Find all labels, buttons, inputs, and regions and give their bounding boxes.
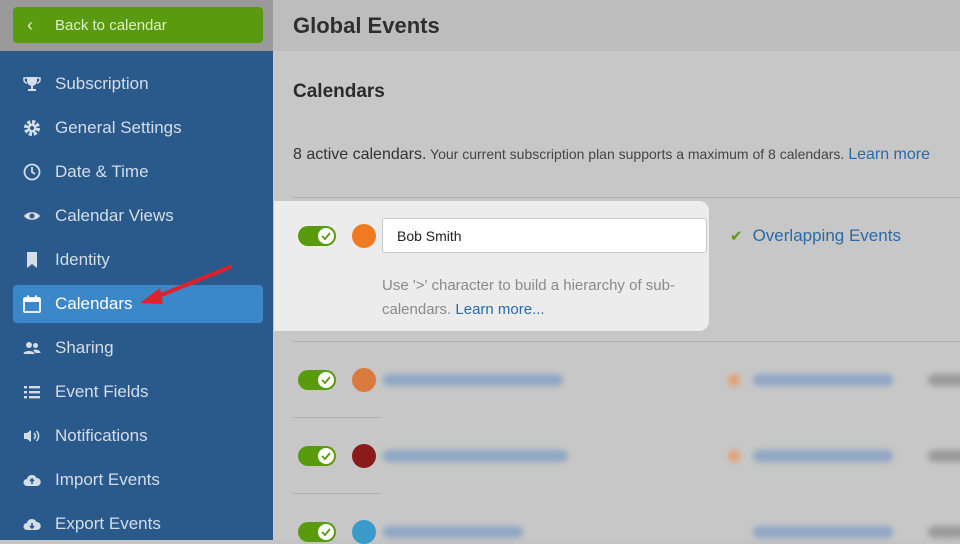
speaker-icon xyxy=(23,427,55,445)
sidebar-item-date-time[interactable]: Date & Time xyxy=(13,153,263,191)
cloud-download-icon xyxy=(23,515,55,533)
calendar-count-info: 8 active calendars. Your current subscri… xyxy=(293,146,930,164)
hierarchy-hint: Use '>' character to build a hierarchy o… xyxy=(382,274,702,322)
calendar-color-swatch[interactable] xyxy=(352,444,376,468)
sidebar-item-label: General Settings xyxy=(55,118,182,137)
sidebar-item-general-settings[interactable]: General Settings xyxy=(13,109,263,147)
blurred-row-content xyxy=(383,444,960,468)
calendar-name-input[interactable] xyxy=(382,218,707,253)
divider xyxy=(293,197,960,198)
active-count: 8 active calendars. xyxy=(293,146,427,163)
sidebar-item-notifications[interactable]: Notifications xyxy=(13,417,263,455)
overlapping-events-label: Overlapping Events xyxy=(752,226,901,245)
calendar-enabled-toggle[interactable] xyxy=(298,446,336,466)
sidebar-item-label: Sharing xyxy=(55,338,114,357)
divider xyxy=(293,493,381,494)
cloud-upload-icon xyxy=(23,471,55,489)
learn-more-link[interactable]: Learn more xyxy=(848,146,930,163)
calendar-editor-panel: Use '>' character to build a hierarchy o… xyxy=(274,201,709,331)
check-icon xyxy=(318,524,334,540)
divider xyxy=(293,341,960,342)
sidebar-item-label: Identity xyxy=(55,250,110,269)
blurred-row-content xyxy=(383,368,960,392)
chevron-left-icon: ‹ xyxy=(27,14,33,35)
sidebar-item-label: Date & Time xyxy=(55,162,149,181)
top-bar: Global Events xyxy=(273,0,960,51)
hint-learn-more-link[interactable]: Learn more... xyxy=(455,301,544,318)
sidebar-item-import-events[interactable]: Import Events xyxy=(13,461,263,499)
sidebar-item-event-fields[interactable]: Event Fields xyxy=(13,373,263,411)
plan-text: Your current subscription plan supports … xyxy=(430,146,845,162)
overlapping-events-option[interactable]: ✔ Overlapping Events xyxy=(730,226,901,246)
sidebar-item-label: Notifications xyxy=(55,426,148,445)
sidebar-item-subscription[interactable]: Subscription xyxy=(13,65,263,103)
calendar-enabled-toggle[interactable] xyxy=(298,370,336,390)
sidebar-item-calendar-views[interactable]: Calendar Views xyxy=(13,197,263,235)
list-icon xyxy=(23,383,55,401)
calendar-color-swatch[interactable] xyxy=(352,520,376,544)
check-icon xyxy=(318,448,334,464)
clock-icon xyxy=(23,163,55,181)
annotation-arrow-icon xyxy=(140,265,232,304)
sidebar-item-label: Import Events xyxy=(55,470,160,489)
calendar-color-swatch[interactable] xyxy=(352,368,376,392)
sidebar-item-label: Calendars xyxy=(55,294,133,313)
users-icon xyxy=(23,339,55,357)
section-title: Calendars xyxy=(293,81,385,102)
trophy-icon xyxy=(23,75,55,93)
sidebar-item-export-events[interactable]: Export Events xyxy=(13,505,263,543)
page-title: Global Events xyxy=(293,13,440,38)
sidebar-item-label: Calendar Views xyxy=(55,206,174,225)
calendar-color-swatch[interactable] xyxy=(352,224,376,248)
sidebar-item-label: Export Events xyxy=(55,514,161,533)
bookmark-icon xyxy=(23,251,55,269)
check-icon: ✔ xyxy=(730,228,743,245)
back-button-label: Back to calendar xyxy=(55,16,167,34)
gear-icon xyxy=(23,119,55,137)
eye-icon xyxy=(23,207,55,225)
divider xyxy=(293,417,381,418)
calendar-icon xyxy=(23,295,55,313)
calendar-enabled-toggle[interactable] xyxy=(298,226,336,246)
sidebar-item-label: Subscription xyxy=(55,74,149,93)
check-icon xyxy=(318,228,334,244)
blurred-row-content xyxy=(383,520,960,540)
sidebar-item-label: Event Fields xyxy=(55,382,149,401)
back-to-calendar-button[interactable]: ‹ Back to calendar xyxy=(13,7,263,43)
sidebar-item-sharing[interactable]: Sharing xyxy=(13,329,263,367)
check-icon xyxy=(318,372,334,388)
calendar-enabled-toggle[interactable] xyxy=(298,522,336,542)
